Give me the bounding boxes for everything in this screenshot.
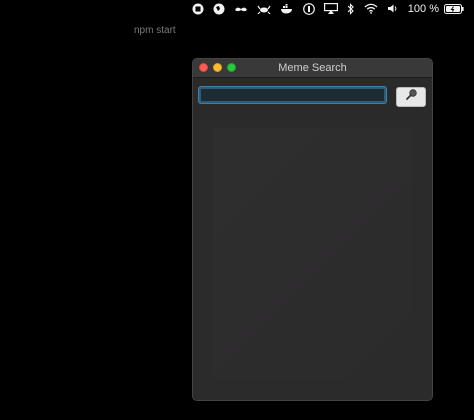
search-toolbar (193, 78, 432, 119)
window-title: Meme Search (278, 62, 347, 74)
volume-icon[interactable] (387, 0, 399, 17)
window-titlebar[interactable]: Meme Search (193, 59, 432, 78)
search-input[interactable] (199, 87, 386, 103)
window-controls (199, 63, 241, 72)
airplay-icon[interactable] (323, 0, 338, 17)
meme-search-window: Meme Search (192, 58, 433, 401)
menu-bar: 100 % (0, 0, 474, 17)
crab-icon[interactable] (257, 0, 271, 17)
minimize-window-button[interactable] (213, 63, 222, 72)
password-icon[interactable] (302, 0, 315, 17)
search-icon (405, 88, 418, 106)
results-area (193, 118, 432, 400)
record-icon[interactable] (192, 0, 204, 17)
wifi-icon[interactable] (364, 0, 378, 17)
close-window-button[interactable] (199, 63, 208, 72)
mustache-icon[interactable] (234, 0, 248, 17)
whale-icon[interactable] (280, 0, 294, 17)
globe-icon[interactable] (213, 0, 225, 17)
maximize-window-button[interactable] (227, 63, 236, 72)
bluetooth-icon[interactable] (347, 0, 355, 17)
search-button[interactable] (396, 87, 426, 107)
terminal-command-text: npm start (134, 25, 176, 36)
battery-percent: 100 % (407, 2, 439, 15)
battery-icon[interactable] (444, 0, 464, 17)
